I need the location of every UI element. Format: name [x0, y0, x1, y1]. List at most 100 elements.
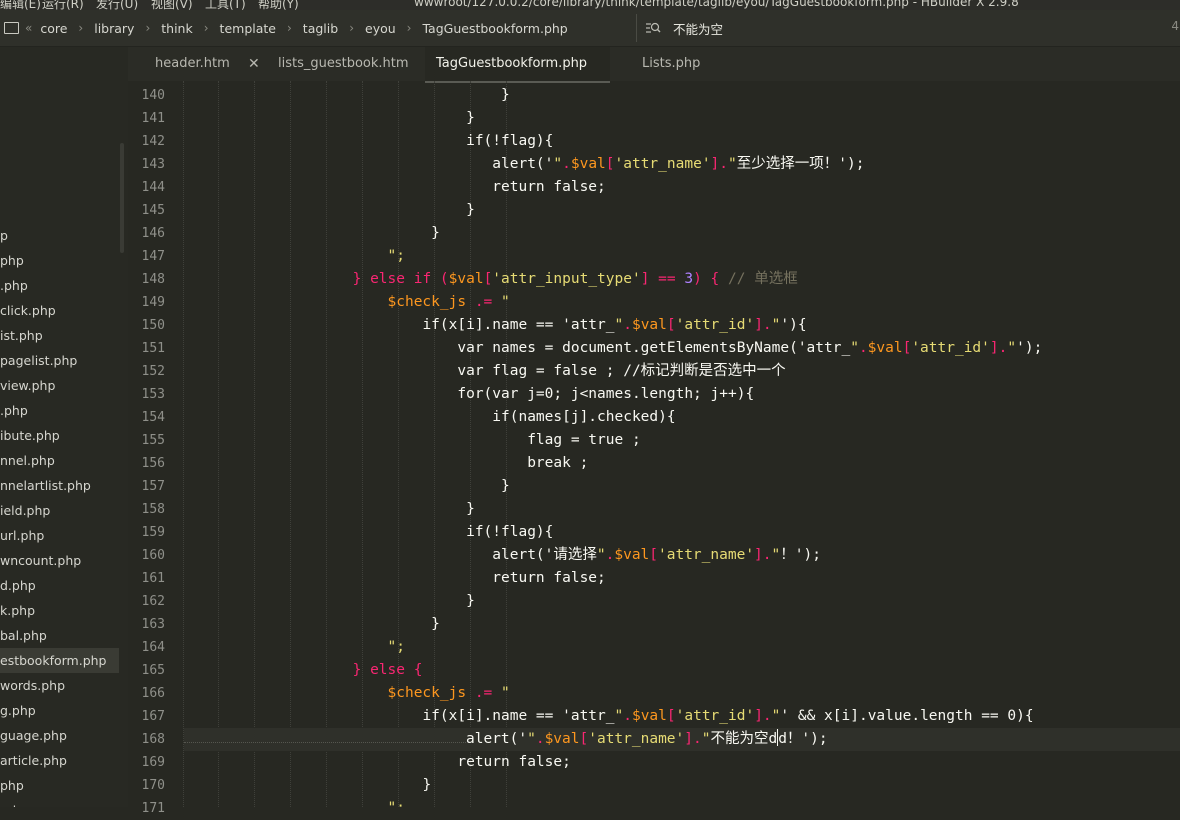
chevron-left-icon[interactable]: «: [25, 21, 32, 35]
code-editor[interactable]: } } if(!flag){ alert('".$val['attr_name'…: [178, 81, 1180, 807]
menu-view[interactable]: 视图(V): [151, 0, 193, 10]
code-token: $check_js: [387, 294, 467, 310]
code-line[interactable]: if(!flag){: [178, 521, 553, 544]
code-line[interactable]: return false;: [178, 176, 606, 199]
code-line[interactable]: }: [178, 199, 475, 222]
sidebar-file-item[interactable]: ark: [0, 798, 119, 807]
menu-tools[interactable]: 工具(T): [205, 0, 246, 10]
sidebar-file-item[interactable]: k.php: [0, 598, 119, 623]
code-line[interactable]: ";: [178, 636, 405, 659]
code-token: [: [666, 708, 676, 724]
code-token: ] ==: [640, 271, 685, 287]
search-input[interactable]: 不能为空: [673, 19, 723, 38]
sidebar-file-item[interactable]: .php: [0, 273, 119, 298]
code-line[interactable]: if(x[i].name == 'attr_".$val['attr_id'].…: [178, 705, 1033, 728]
code-token: 'attr_id': [911, 340, 990, 356]
breadcrumb-item[interactable]: think: [161, 21, 192, 36]
sidebar-file-item[interactable]: ibute.php: [0, 423, 119, 448]
code-token: ": [771, 547, 781, 563]
breadcrumb-item[interactable]: TagGuestbookform.php: [422, 21, 567, 36]
menu-publish[interactable]: 发行(U): [96, 0, 138, 10]
code-line[interactable]: alert('".$val['attr_name']."至少选择一项！');: [178, 153, 864, 176]
sidebar-file-item[interactable]: bal.php: [0, 623, 119, 648]
line-number: 167: [141, 709, 165, 724]
sidebar-file-item[interactable]: url.php: [0, 523, 119, 548]
project-sidebar: p php .php click.php ist.php pagelist.php view…: [0, 47, 129, 807]
sidebar-file-item[interactable]: php: [0, 248, 119, 273]
code-line[interactable]: alert('请选择".$val['attr_name']."！');: [178, 544, 821, 567]
sidebar-file-item[interactable]: view.php: [0, 373, 119, 398]
code-line[interactable]: }: [178, 475, 510, 498]
search-icon[interactable]: [645, 20, 661, 36]
menu-help[interactable]: 帮助(Y): [258, 0, 299, 10]
code-token: .=: [466, 294, 502, 310]
sidebar-file-item[interactable]: .php: [0, 398, 119, 423]
sidebar-file-item[interactable]: words.php: [0, 673, 119, 698]
menu-run[interactable]: 运行(R): [42, 0, 84, 10]
tab-tagguestbookform[interactable]: TagGuestbookform.php: [425, 47, 610, 83]
code-line[interactable]: }: [178, 774, 431, 797]
sidebar-file-item[interactable]: click.php: [0, 298, 119, 323]
breadcrumb-item[interactable]: taglib: [303, 21, 338, 36]
code-token: return false;: [457, 754, 571, 770]
code-line[interactable]: ";: [178, 245, 405, 268]
code-line[interactable]: break ;: [178, 452, 588, 475]
chevron-right-icon: ›: [286, 21, 292, 35]
sidebar-file-item[interactable]: php: [0, 773, 119, 798]
line-number: 165: [141, 663, 165, 678]
sidebar-file-item[interactable]: estbookform.php: [0, 648, 119, 673]
sidebar-file-item[interactable]: guage.php: [0, 723, 119, 748]
code-line[interactable]: return false;: [178, 751, 571, 774]
sidebar-file-item[interactable]: wncount.php: [0, 548, 119, 573]
sidebar-file-item[interactable]: ist.php: [0, 323, 119, 348]
code-line[interactable]: }: [178, 613, 440, 636]
breadcrumb-item[interactable]: eyou: [365, 21, 396, 36]
sidebar-file-item[interactable]: nnelartlist.php: [0, 473, 119, 498]
code-line[interactable]: }: [178, 222, 440, 245]
code-line[interactable]: flag = true ;: [178, 429, 641, 452]
code-line[interactable]: if(!flag){: [178, 130, 553, 153]
sidebar-file-item[interactable]: d.php: [0, 573, 119, 598]
tab-lists-php[interactable]: Lists.php: [642, 47, 742, 81]
sidebar-file-item[interactable]: pagelist.php: [0, 348, 119, 373]
breadcrumb-item[interactable]: template: [220, 21, 276, 36]
code-line[interactable]: if(x[i].name == 'attr_".$val['attr_id'].…: [178, 314, 806, 337]
folder-icon[interactable]: [4, 22, 19, 34]
sidebar-file-item[interactable]: article.php: [0, 748, 119, 773]
code-line[interactable]: }: [178, 498, 475, 521]
sidebar-file-item[interactable]: p: [0, 223, 119, 248]
code-line[interactable]: $check_js .= ": [178, 291, 510, 314]
code-line[interactable]: return false;: [178, 567, 606, 590]
breadcrumb-item[interactable]: core: [40, 21, 67, 36]
chevron-right-icon: ›: [203, 21, 209, 35]
close-icon[interactable]: ✕: [248, 47, 260, 81]
menu-edit[interactable]: 编辑(E): [0, 0, 41, 10]
code-line[interactable]: var names = document.getElementsByName('…: [178, 337, 1042, 360]
sidebar-file-item[interactable]: g.php: [0, 698, 119, 723]
code-line[interactable]: $check_js .= ": [178, 682, 510, 705]
code-line[interactable]: var flag = false ; //标记判断是否选中一个: [178, 360, 785, 383]
search-box[interactable]: 不能为空 4: [636, 14, 1180, 42]
code-line[interactable]: }: [178, 107, 475, 130]
code-line[interactable]: ";: [178, 797, 405, 807]
code-token: ');: [1016, 340, 1043, 356]
tab-header-htm[interactable]: header.htm ✕: [128, 47, 262, 81]
breadcrumb-item[interactable]: library: [94, 21, 134, 36]
code-line[interactable]: } else {: [178, 659, 423, 682]
code-line-current[interactable]: alert('".$val['attr_name']."不能为空dd！');: [184, 728, 1180, 751]
tab-lists-guestbook[interactable]: lists_guestbook.htm: [278, 47, 418, 81]
code-line[interactable]: for(var j=0; j<names.length; j++){: [178, 383, 754, 406]
code-line[interactable]: }: [178, 590, 475, 613]
line-number: 163: [141, 617, 165, 632]
tab-label: header.htm: [155, 56, 230, 71]
sidebar-file-item[interactable]: ield.php: [0, 498, 119, 523]
code-line[interactable]: if(names[j].checked){: [178, 406, 675, 429]
code-line[interactable]: }: [178, 84, 510, 107]
code-line[interactable]: } else if ($val['attr_input_type'] == 3)…: [178, 268, 798, 291]
sidebar-file-item[interactable]: nnel.php: [0, 448, 119, 473]
line-number: 150: [141, 318, 165, 333]
sidebar-scrollbar[interactable]: [120, 143, 124, 253]
